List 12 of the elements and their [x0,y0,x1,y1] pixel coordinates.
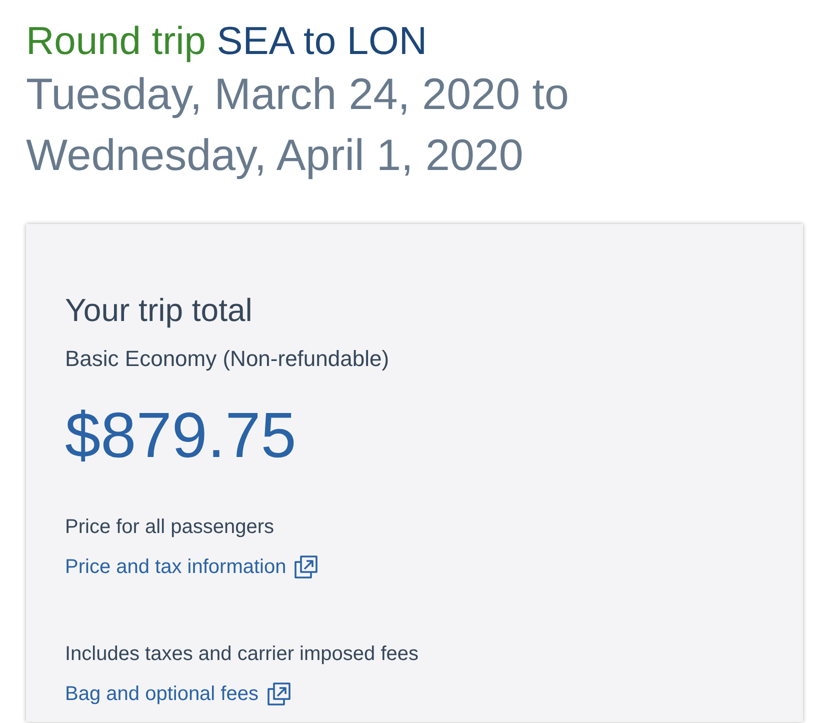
external-link-icon [294,555,318,579]
external-link-icon [266,682,290,706]
total-price: $879.75 [65,398,296,473]
info-link[interactable]: Bag and optional fees [65,681,290,707]
fee-note-text: Includes taxes and carrier imposed fees [65,642,419,667]
trip-type-text: Round trip [26,20,206,63]
fee-note-text: Price for all passengers [65,515,274,540]
info-link[interactable]: Price and tax information [65,554,318,580]
fare-type-text: Basic Economy (Non-refundable) [65,345,390,373]
route-text: SEA to LON [216,20,428,63]
card-title: Your trip total [65,291,252,330]
travel-dates-text: Tuesday, March 24, 2020 to Wednesday, April 1, 2020 [26,70,569,180]
